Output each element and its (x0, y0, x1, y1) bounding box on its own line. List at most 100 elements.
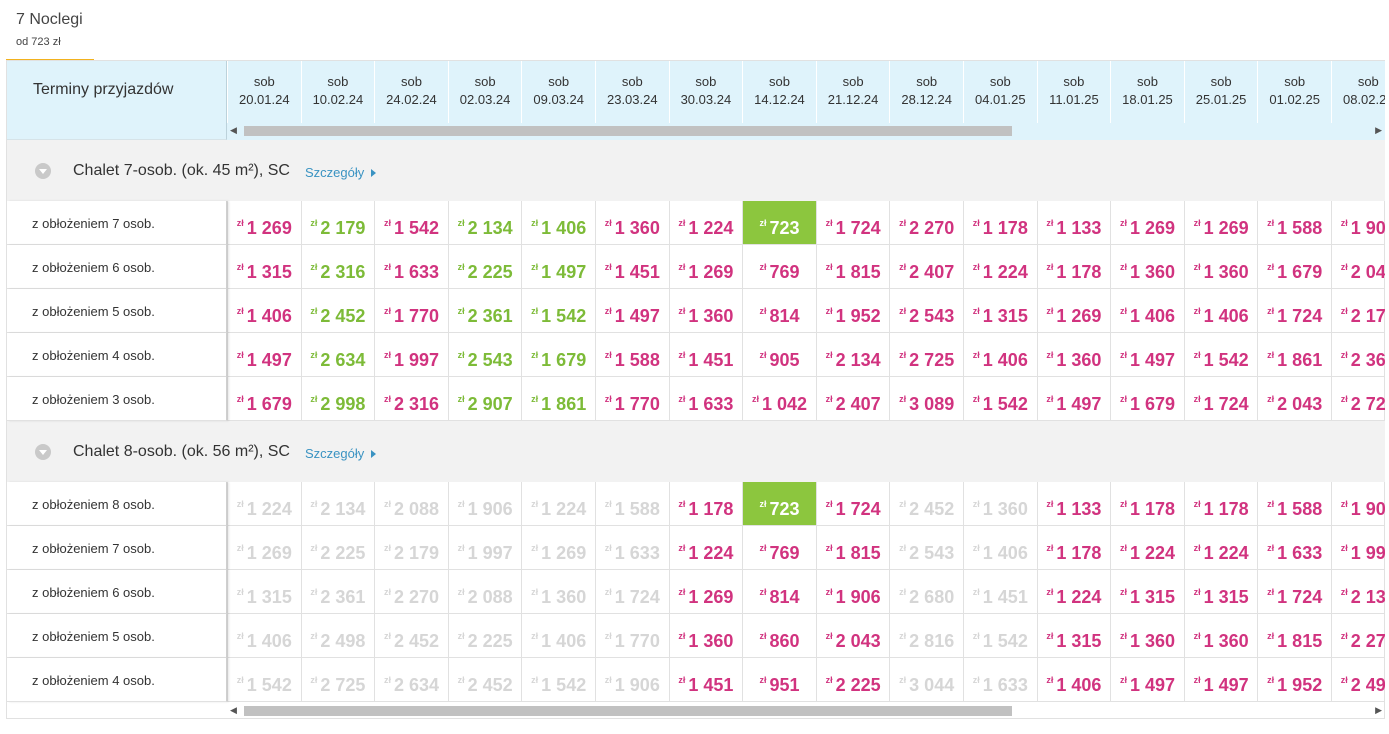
price-cell[interactable]: zł 860 (742, 614, 816, 658)
price-cell[interactable]: zł 951 (742, 658, 816, 702)
price-cell[interactable]: zł 1 224 (668, 526, 743, 570)
price-cell[interactable]: zł 1 406 (1036, 658, 1111, 702)
price-cell[interactable]: zł 1 269 (668, 570, 743, 614)
scrollbar-thumb[interactable] (244, 706, 1012, 716)
price-cell[interactable]: zł 1 360 (1183, 614, 1258, 658)
price-cell[interactable]: zł2 725 (1331, 377, 1385, 421)
price-cell[interactable]: zł 1 451 (595, 245, 669, 289)
price-cell[interactable]: zł 1 360 (595, 201, 669, 245)
price-cell[interactable]: zł 2 452 (300, 289, 375, 333)
price-cell[interactable]: zł 2 998 (300, 377, 375, 421)
price-cell[interactable]: zł1 997 (374, 333, 448, 377)
price-cell[interactable]: zł 2 407 (889, 245, 963, 289)
price-cell[interactable]: zł1 906 (1331, 482, 1385, 526)
price-cell[interactable]: zł 1 406 (521, 201, 595, 245)
price-cell[interactable]: zł2 498 (1331, 658, 1385, 702)
price-cell[interactable]: zł 1 406 (963, 333, 1037, 377)
price-cell[interactable]: zł 769 (742, 245, 816, 289)
price-cell[interactable]: zł2 043 (815, 614, 890, 658)
price-cell[interactable]: zł 1 679 (1110, 377, 1184, 421)
price-cell[interactable]: zł 2 225 (815, 658, 890, 702)
price-cell[interactable]: zł 1 451 (668, 658, 743, 702)
price-cell[interactable]: zł2 361 (447, 289, 522, 333)
price-cell[interactable]: zł 1 178 (1110, 482, 1184, 526)
price-cell[interactable]: zł 1 224 (1183, 526, 1258, 570)
price-cell[interactable]: zł 1 224 (668, 201, 743, 245)
top-horizontal-scrollbar[interactable]: ◀ ▶ (227, 123, 1385, 137)
price-cell[interactable]: zł 1 224 (963, 245, 1037, 289)
price-cell[interactable]: zł 1 133 (1036, 482, 1111, 526)
price-cell[interactable]: zł 1 269 (1110, 201, 1184, 245)
price-cell[interactable]: zł 1 679 (227, 377, 301, 421)
price-cell[interactable]: zł2 043 (1331, 245, 1385, 289)
scrollbar-thumb[interactable] (244, 126, 1012, 136)
price-cell[interactable]: zł 1 360 (1110, 614, 1184, 658)
price-cell[interactable]: zł 1 497 (1110, 658, 1184, 702)
price-cell[interactable]: zł 905 (742, 333, 816, 377)
price-cell[interactable]: zł 1 406 (1183, 289, 1258, 333)
collapse-chevron-icon[interactable] (35, 163, 51, 179)
details-link[interactable]: Szczegóły (305, 446, 377, 461)
price-cell[interactable]: zł 1 315 (1036, 614, 1111, 658)
price-cell[interactable]: zł2 270 (889, 201, 963, 245)
price-cell[interactable]: zł 1 315 (227, 245, 301, 289)
price-cell[interactable]: zł 1 588 (1257, 482, 1331, 526)
price-cell[interactable]: zł 1 815 (815, 245, 890, 289)
price-cell[interactable]: zł 1 724 (1257, 570, 1331, 614)
price-cell[interactable]: zł 1 360 (668, 614, 743, 658)
price-cell[interactable]: zł 1 497 (1110, 333, 1184, 377)
price-cell[interactable]: zł 1 178 (1036, 245, 1111, 289)
scroll-right-arrow-icon[interactable]: ▶ (1375, 703, 1382, 717)
price-cell[interactable]: zł 1 724 (1257, 289, 1331, 333)
price-cell[interactable]: zł 1 178 (668, 482, 743, 526)
price-cell[interactable]: zł2 134 (1331, 570, 1385, 614)
price-cell[interactable]: zł 1 360 (668, 289, 743, 333)
price-cell[interactable]: zł 1 952 (815, 289, 890, 333)
price-cell[interactable]: zł 1 133 (1036, 201, 1111, 245)
price-cell[interactable]: zł2 725 (889, 333, 963, 377)
price-cell[interactable]: zł 1 497 (1183, 658, 1258, 702)
price-cell[interactable]: zł 1 497 (595, 289, 669, 333)
price-cell[interactable]: zł1 906 (815, 570, 890, 614)
price-cell[interactable]: zł 1 406 (1110, 289, 1184, 333)
price-cell[interactable]: zł2 270 (1331, 614, 1385, 658)
price-cell[interactable]: zł 1 269 (668, 245, 743, 289)
price-cell[interactable]: zł 2 407 (815, 377, 890, 421)
price-cell[interactable]: zł 1 770 (595, 377, 669, 421)
price-cell[interactable]: zł 1 633 (374, 245, 448, 289)
price-cell[interactable]: zł 1 724 (815, 201, 890, 245)
price-cell[interactable]: zł 2 316 (374, 377, 448, 421)
price-cell[interactable]: zł 1 588 (595, 333, 669, 377)
price-cell[interactable]: zł1 997 (1331, 526, 1385, 570)
price-cell[interactable]: zł 1 861 (521, 377, 595, 421)
scroll-left-arrow-icon[interactable]: ◀ (230, 123, 237, 137)
price-cell[interactable]: zł 1 588 (1257, 201, 1331, 245)
collapse-chevron-icon[interactable] (35, 444, 51, 460)
price-cell[interactable]: zł 2 634 (300, 333, 375, 377)
price-cell[interactable]: zł 1 042 (742, 377, 816, 421)
price-cell[interactable]: zł2 043 (1257, 377, 1331, 421)
price-cell[interactable]: zł 814 (742, 289, 816, 333)
scroll-left-arrow-icon[interactable]: ◀ (230, 703, 237, 717)
price-cell-selected[interactable]: zł 723 (742, 482, 816, 526)
price-cell[interactable]: zł 1 315 (1183, 570, 1258, 614)
price-cell[interactable]: zł 1 269 (227, 201, 301, 245)
price-cell[interactable]: zł 1 724 (1183, 377, 1258, 421)
price-cell[interactable]: zł2 134 (815, 333, 890, 377)
price-cell[interactable]: zł 1 360 (1110, 245, 1184, 289)
price-cell[interactable]: zł 1 952 (1257, 658, 1331, 702)
price-cell[interactable]: zł 1 497 (521, 245, 595, 289)
price-cell[interactable]: zł 1 542 (521, 289, 595, 333)
price-cell[interactable]: zł 1 679 (1257, 245, 1331, 289)
price-cell[interactable]: zł 1 360 (1183, 245, 1258, 289)
price-cell[interactable]: zł 1 315 (1110, 570, 1184, 614)
price-cell[interactable]: zł 1 497 (1036, 377, 1111, 421)
price-cell[interactable]: zł 1 815 (1257, 614, 1331, 658)
price-cell[interactable]: zł 1 451 (668, 333, 743, 377)
details-link[interactable]: Szczegóły (305, 165, 377, 180)
price-scroll-area[interactable]: ◀ ▶ sob 20.01.24 sob 10.02.24 sob 24.02.24 sob… (227, 61, 1385, 702)
price-cell[interactable]: zł 1 406 (227, 289, 301, 333)
price-cell[interactable]: zł 1 679 (521, 333, 595, 377)
price-cell[interactable]: zł 3 089 (889, 377, 963, 421)
price-cell[interactable]: zł2 361 (1331, 333, 1385, 377)
